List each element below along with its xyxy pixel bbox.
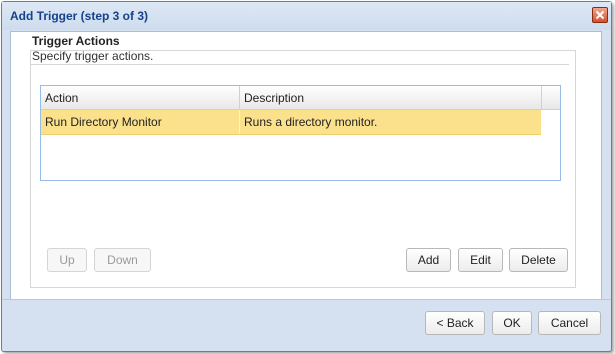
- up-button[interactable]: Up: [47, 248, 87, 272]
- edit-button[interactable]: Edit: [458, 248, 503, 272]
- section-title: Trigger Actions: [32, 34, 120, 48]
- column-label: Description: [244, 91, 305, 105]
- cell-action: Run Directory Monitor: [45, 115, 162, 129]
- dialog-title: Add Trigger (step 3 of 3): [10, 9, 149, 23]
- cell-divider: [239, 110, 240, 134]
- back-button[interactable]: < Back: [425, 311, 485, 335]
- section-subtitle: Specify trigger actions.: [32, 49, 154, 63]
- column-label: Action: [45, 91, 79, 105]
- column-header-action[interactable]: Action: [41, 86, 240, 109]
- cancel-button[interactable]: Cancel: [538, 311, 601, 335]
- table-row[interactable]: Run Directory Monitor Runs a directory m…: [41, 110, 541, 135]
- grid-header: Action Description: [41, 86, 560, 110]
- add-trigger-dialog: Add Trigger (step 3 of 3) Trigger Action…: [1, 1, 612, 352]
- down-button[interactable]: Down: [94, 248, 151, 272]
- add-button[interactable]: Add: [406, 248, 451, 272]
- title-bar[interactable]: Add Trigger (step 3 of 3): [2, 2, 611, 30]
- close-button[interactable]: [592, 7, 608, 23]
- delete-button[interactable]: Delete: [509, 248, 568, 272]
- footer-divider: [2, 299, 611, 300]
- actions-grid: Action Description Run Directory Monitor…: [40, 85, 561, 181]
- column-header-description[interactable]: Description: [240, 86, 542, 109]
- ok-button[interactable]: OK: [492, 311, 532, 335]
- section-divider: [30, 64, 569, 65]
- cell-description: Runs a directory monitor.: [244, 115, 378, 129]
- close-icon: [595, 10, 605, 20]
